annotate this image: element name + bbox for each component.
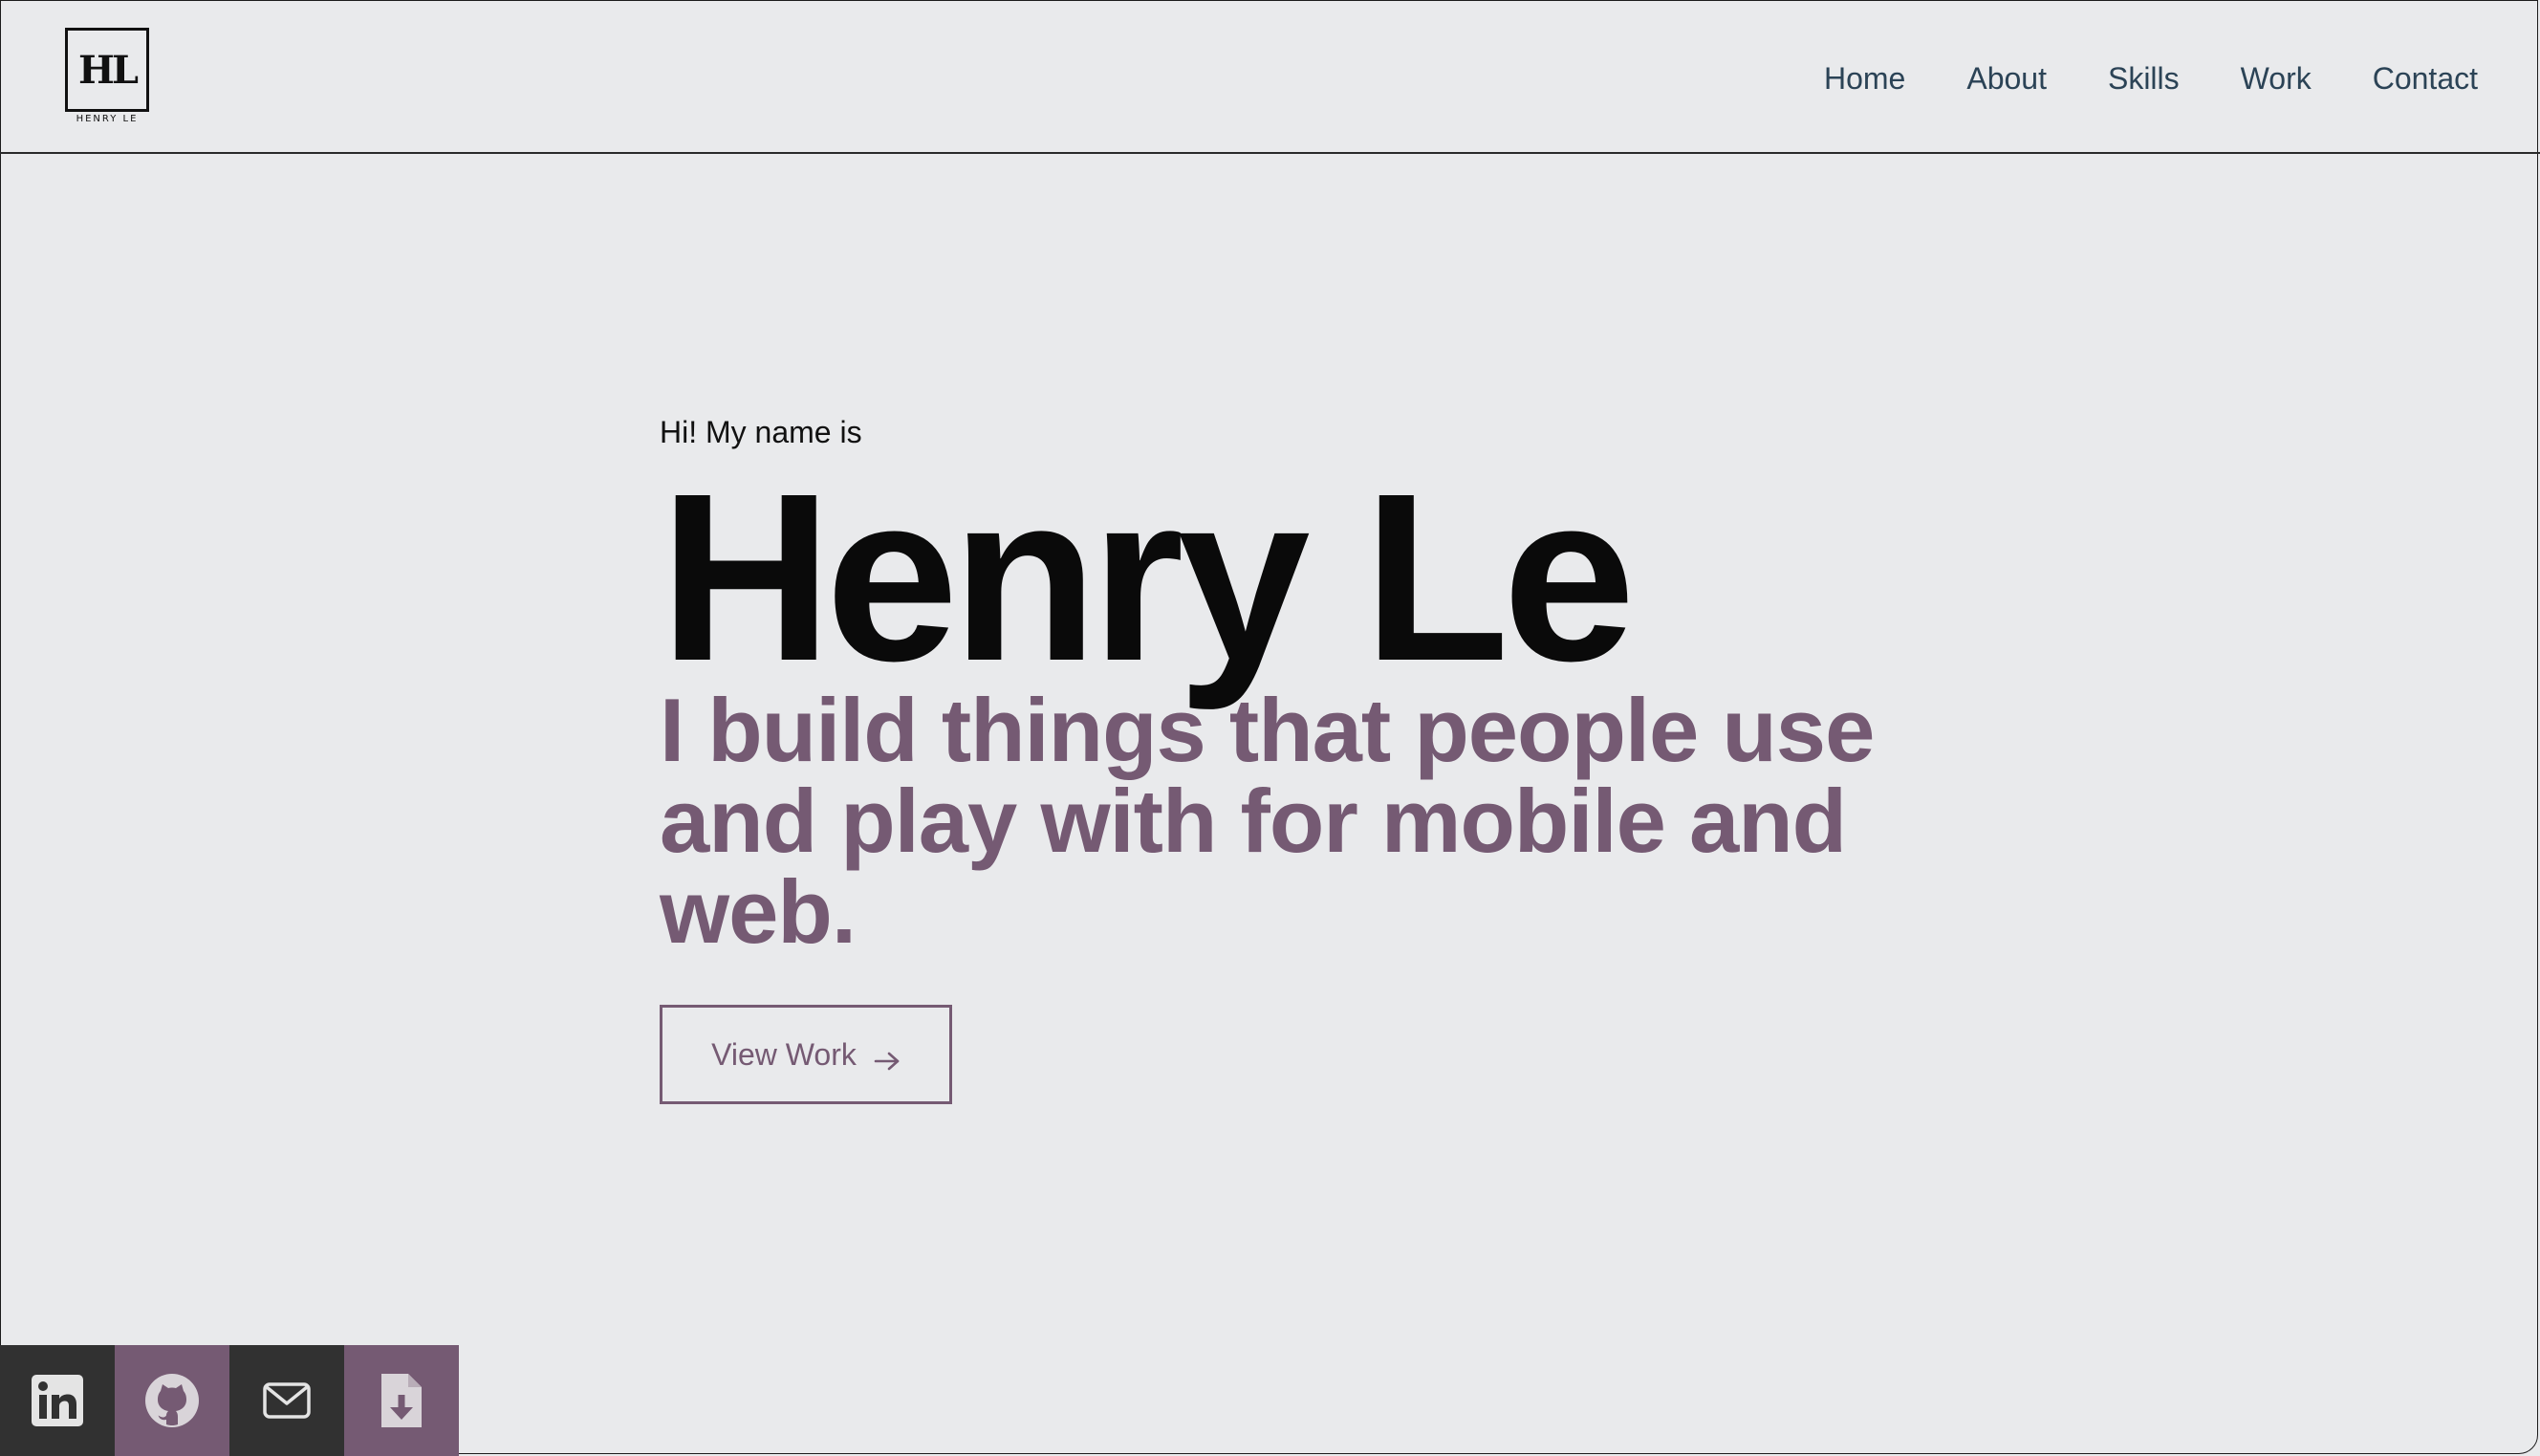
- github-link[interactable]: [115, 1345, 229, 1456]
- view-work-button[interactable]: View Work: [660, 1005, 952, 1104]
- linkedin-icon: [31, 1374, 84, 1427]
- nav-about[interactable]: About: [1966, 57, 2047, 99]
- logo-link[interactable]: HL HENRY LE: [65, 28, 149, 131]
- hero-tagline: I build things that people use and play …: [660, 680, 1875, 962]
- main-nav: Home About Skills Work Contact: [1824, 57, 2478, 99]
- mail-icon: [262, 1381, 312, 1420]
- hero-name: Henry Le: [660, 444, 1636, 710]
- nav-work[interactable]: Work: [2241, 57, 2312, 99]
- nav-skills[interactable]: Skills: [2108, 57, 2180, 99]
- social-links: [0, 1345, 459, 1456]
- logo-subtitle: HENRY LE: [76, 114, 139, 124]
- arrow-right-icon: [874, 1044, 901, 1071]
- hero-section: Hi! My name is Henry Le I build things t…: [660, 405, 1998, 1104]
- nav-contact[interactable]: Contact: [2373, 57, 2478, 99]
- site-header: HL HENRY LE Home About Skills Work Conta…: [0, 0, 2540, 154]
- file-download-icon: [379, 1371, 424, 1430]
- mail-link[interactable]: [229, 1345, 344, 1456]
- view-work-label: View Work: [711, 1036, 857, 1072]
- github-icon: [143, 1372, 201, 1429]
- linkedin-link[interactable]: [0, 1345, 115, 1456]
- logo-mark: HL: [65, 28, 149, 112]
- resume-download-link[interactable]: [344, 1345, 459, 1456]
- nav-home[interactable]: Home: [1824, 57, 1905, 99]
